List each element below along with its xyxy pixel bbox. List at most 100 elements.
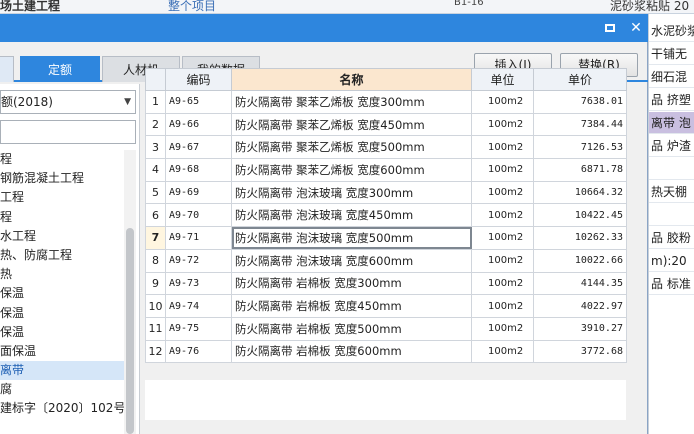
price-cell[interactable]: 7638.01 bbox=[533, 90, 627, 114]
table-row[interactable]: 10 A9-74 防火隔离带 岩棉板 宽度450mm 100m2 4022.97 bbox=[145, 294, 627, 318]
row-index-cell[interactable]: 10 bbox=[145, 294, 166, 318]
code-cell[interactable]: A9-71 bbox=[165, 226, 232, 250]
table-row[interactable]: 3 A9-67 防火隔离带 聚苯乙烯板 宽度500mm 100m2 7126.53 bbox=[145, 135, 627, 160]
price-cell[interactable]: 10262.33 bbox=[533, 226, 627, 250]
price-cell[interactable]: 7126.53 bbox=[533, 135, 627, 160]
unit-cell[interactable]: 100m2 bbox=[471, 294, 534, 318]
close-icon[interactable]: ✕ bbox=[626, 18, 646, 38]
background-list-item[interactable]: 细石混 bbox=[649, 66, 694, 88]
dialog-titlebar[interactable]: ✕ bbox=[0, 14, 648, 42]
tab-quota[interactable]: 定额 bbox=[20, 56, 100, 82]
unit-cell[interactable]: 100m2 bbox=[471, 226, 534, 250]
tree-item[interactable]: 程 bbox=[0, 150, 124, 169]
code-cell[interactable]: A9-68 bbox=[165, 158, 232, 182]
row-index-cell[interactable]: 6 bbox=[145, 203, 166, 228]
name-cell[interactable]: 防火隔离带 聚苯乙烯板 宽度450mm bbox=[231, 112, 472, 137]
tree-item[interactable]: 面保温 bbox=[0, 342, 124, 361]
name-cell[interactable]: 防火隔离带 聚苯乙烯板 宽度500mm bbox=[231, 135, 472, 160]
name-cell[interactable]: 防火隔离带 泡沫玻璃 宽度600mm bbox=[231, 248, 472, 273]
name-cell[interactable]: 防火隔离带 岩棉板 宽度450mm bbox=[231, 294, 472, 318]
tree-item[interactable]: 建标字〔2020〕102号 bbox=[0, 399, 124, 418]
row-index-cell[interactable]: 4 bbox=[145, 158, 166, 182]
row-index-cell[interactable]: 3 bbox=[145, 135, 166, 160]
code-cell[interactable]: A9-75 bbox=[165, 316, 232, 341]
code-cell[interactable]: A9-66 bbox=[165, 112, 232, 137]
tree-item[interactable]: 保温 bbox=[0, 304, 124, 323]
tree-item[interactable]: 离带 bbox=[0, 361, 124, 381]
table-row[interactable]: 9 A9-73 防火隔离带 岩棉板 宽度300mm 100m2 4144.35 bbox=[145, 271, 627, 296]
tree-item[interactable]: 工程 bbox=[0, 188, 124, 207]
column-header-code[interactable]: 编码 bbox=[165, 68, 232, 91]
tree-scrollbar[interactable] bbox=[124, 150, 136, 434]
name-cell[interactable]: 防火隔离带 聚苯乙烯板 宽度300mm bbox=[231, 90, 472, 114]
table-row[interactable]: 2 A9-66 防火隔离带 聚苯乙烯板 宽度450mm 100m2 7384.44 bbox=[145, 112, 627, 137]
name-cell[interactable]: 防火隔离带 岩棉板 宽度300mm bbox=[231, 271, 472, 296]
name-cell[interactable]: 防火隔离带 泡沫玻璃 宽度500mm bbox=[231, 226, 472, 250]
price-cell[interactable]: 7384.44 bbox=[533, 112, 627, 137]
price-cell[interactable]: 10664.32 bbox=[533, 180, 627, 205]
name-cell[interactable]: 防火隔离带 泡沫玻璃 宽度300mm bbox=[231, 180, 472, 205]
price-cell[interactable]: 10022.66 bbox=[533, 248, 627, 273]
tree-item[interactable]: 热 bbox=[0, 265, 124, 284]
price-cell[interactable]: 3772.68 bbox=[533, 339, 627, 364]
row-index-cell[interactable]: 8 bbox=[145, 248, 166, 273]
price-cell[interactable]: 6871.78 bbox=[533, 158, 627, 182]
unit-cell[interactable]: 100m2 bbox=[471, 271, 534, 296]
name-cell[interactable]: 防火隔离带 泡沫玻璃 宽度450mm bbox=[231, 203, 472, 228]
background-project-item[interactable]: 整个项目 bbox=[168, 0, 216, 14]
row-index-cell[interactable]: 1 bbox=[145, 90, 166, 114]
row-index-cell[interactable]: 9 bbox=[145, 271, 166, 296]
price-cell[interactable]: 4144.35 bbox=[533, 271, 627, 296]
background-list-item[interactable]: 品 标准 bbox=[649, 273, 694, 295]
table-row[interactable]: 7 A9-71 防火隔离带 泡沫玻璃 宽度500mm 100m2 10262.33 bbox=[145, 226, 627, 250]
maximize-icon[interactable] bbox=[600, 18, 620, 38]
unit-cell[interactable]: 100m2 bbox=[471, 316, 534, 341]
table-row[interactable]: 1 A9-65 防火隔离带 聚苯乙烯板 宽度300mm 100m2 7638.01 bbox=[145, 90, 627, 114]
code-cell[interactable]: A9-72 bbox=[165, 248, 232, 273]
unit-cell[interactable]: 100m2 bbox=[471, 248, 534, 273]
name-cell[interactable]: 防火隔离带 岩棉板 宽度500mm bbox=[231, 316, 472, 341]
table-row[interactable]: 12 A9-76 防火隔离带 岩棉板 宽度600mm 100m2 3772.68 bbox=[145, 339, 627, 364]
code-cell[interactable]: A9-74 bbox=[165, 294, 232, 318]
table-row[interactable]: 5 A9-69 防火隔离带 泡沫玻璃 宽度300mm 100m2 10664.32 bbox=[145, 180, 627, 205]
column-header-name[interactable]: 名称 bbox=[231, 68, 472, 91]
unit-cell[interactable]: 100m2 bbox=[471, 158, 534, 182]
code-cell[interactable]: A9-76 bbox=[165, 339, 232, 364]
background-list-item[interactable] bbox=[649, 204, 694, 226]
tree-item[interactable]: 腐 bbox=[0, 380, 124, 399]
code-cell[interactable]: A9-69 bbox=[165, 180, 232, 205]
tree-item[interactable]: 保温 bbox=[0, 323, 124, 342]
background-list-item[interactable]: m):20 bbox=[649, 250, 694, 272]
row-index-cell[interactable]: 5 bbox=[145, 180, 166, 205]
chevron-down-icon[interactable]: ▼ bbox=[124, 91, 131, 113]
column-header-unit[interactable]: 单位 bbox=[471, 68, 534, 91]
tree-item[interactable]: 保温 bbox=[0, 284, 124, 303]
tree-item[interactable]: 钢筋混凝土工程 bbox=[0, 169, 124, 188]
code-cell[interactable]: A9-65 bbox=[165, 90, 232, 114]
code-cell[interactable]: A9-73 bbox=[165, 271, 232, 296]
table-row[interactable]: 11 A9-75 防火隔离带 岩棉板 宽度500mm 100m2 3910.27 bbox=[145, 316, 627, 341]
name-cell[interactable]: 防火隔离带 岩棉板 宽度600mm bbox=[231, 339, 472, 364]
scrollbar-thumb[interactable] bbox=[126, 228, 134, 434]
table-row[interactable]: 8 A9-72 防火隔离带 泡沫玻璃 宽度600mm 100m2 10022.66 bbox=[145, 248, 627, 273]
unit-cell[interactable]: 100m2 bbox=[471, 112, 534, 137]
unit-cell[interactable]: 100m2 bbox=[471, 135, 534, 160]
code-cell[interactable]: A9-67 bbox=[165, 135, 232, 160]
price-cell[interactable]: 3910.27 bbox=[533, 316, 627, 341]
unit-cell[interactable]: 100m2 bbox=[471, 203, 534, 228]
table-row[interactable]: 4 A9-68 防火隔离带 聚苯乙烯板 宽度600mm 100m2 6871.78 bbox=[145, 158, 627, 182]
table-row[interactable]: 6 A9-70 防火隔离带 泡沫玻璃 宽度450mm 100m2 10422.45 bbox=[145, 203, 627, 228]
tree-item[interactable]: 水工程 bbox=[0, 227, 124, 246]
tree-item[interactable]: 程 bbox=[0, 208, 124, 227]
row-index-cell[interactable]: 12 bbox=[145, 339, 166, 364]
tree-search-input[interactable] bbox=[0, 120, 136, 144]
background-list-item[interactable]: 水泥砂浆 bbox=[649, 20, 694, 42]
price-cell[interactable]: 10422.45 bbox=[533, 203, 627, 228]
background-list-item[interactable]: 品 挤塑 bbox=[649, 89, 694, 111]
background-list-item[interactable]: 离带 泡 bbox=[649, 112, 694, 134]
name-cell[interactable]: 防火隔离带 聚苯乙烯板 宽度600mm bbox=[231, 158, 472, 182]
unit-cell[interactable]: 100m2 bbox=[471, 90, 534, 114]
background-list-item[interactable]: 品 炉渣 bbox=[649, 135, 694, 157]
background-list-item[interactable]: 热天棚 bbox=[649, 181, 694, 203]
background-list-item[interactable] bbox=[649, 158, 694, 180]
